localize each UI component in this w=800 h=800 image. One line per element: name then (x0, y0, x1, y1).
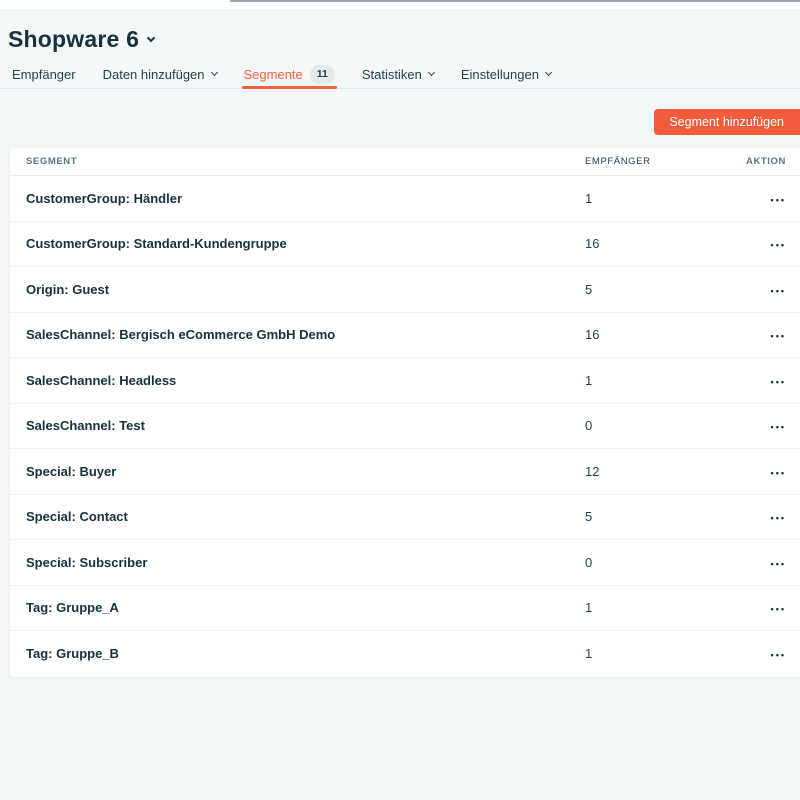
row-action-cell: ••• (745, 282, 800, 297)
recipient-count: 0 (585, 555, 745, 570)
add-segment-button[interactable]: Segment hinzufügen (654, 109, 800, 135)
segment-name: Special: Contact (10, 509, 585, 524)
table-row: Special: Contact 5 ••• (10, 495, 800, 541)
segment-name: Special: Subscriber (10, 555, 585, 570)
segment-name: SalesChannel: Headless (10, 373, 585, 388)
main-tabs: Empfänger Daten hinzufügen Segmente 11 S… (0, 61, 800, 89)
row-action-cell: ••• (745, 327, 800, 342)
recipient-count: 1 (585, 600, 745, 615)
row-action-cell: ••• (745, 236, 800, 251)
segment-name: SalesChannel: Test (10, 418, 585, 433)
recipient-count: 16 (585, 236, 745, 251)
column-header-aktion: AKTION (745, 156, 800, 167)
row-action-cell: ••• (745, 600, 800, 615)
table-row: SalesChannel: Headless 1 ••• (10, 358, 800, 404)
segment-name: Tag: Gruppe_B (10, 646, 585, 661)
recipient-count: 12 (585, 464, 745, 479)
chevron-down-icon (545, 69, 552, 76)
segment-name: CustomerGroup: Händler (10, 191, 585, 206)
row-actions-menu-icon[interactable]: ••• (771, 287, 786, 296)
tab-einstellungen[interactable]: Einstellungen (461, 61, 551, 88)
row-actions-menu-icon[interactable]: ••• (771, 241, 786, 250)
row-action-cell: ••• (745, 509, 800, 524)
row-actions-menu-icon[interactable]: ••• (771, 423, 786, 432)
tab-segmente[interactable]: Segmente 11 (244, 61, 335, 88)
tab-statistiken[interactable]: Statistiken (362, 61, 434, 88)
segment-name: Origin: Guest (10, 282, 585, 297)
table-row: Tag: Gruppe_B 1 ••• (10, 631, 800, 677)
row-actions-menu-icon[interactable]: ••• (771, 196, 786, 205)
recipient-count: 1 (585, 373, 745, 388)
row-action-cell: ••• (745, 555, 800, 570)
segment-name: Special: Buyer (10, 464, 585, 479)
chevron-down-icon (147, 33, 155, 41)
chevron-down-icon (428, 69, 435, 76)
recipient-count: 5 (585, 509, 745, 524)
segments-table-card: SEGMENT EMPFÄNGER AKTION CustomerGroup: … (10, 148, 800, 677)
recipient-count: 1 (585, 646, 745, 661)
recipient-count: 1 (585, 191, 745, 206)
page-title-dropdown[interactable]: Shopware 6 (8, 26, 154, 53)
table-row: CustomerGroup: Händler 1 ••• (10, 176, 800, 222)
tab-label: Daten hinzufügen (103, 67, 205, 82)
segments-table-body: CustomerGroup: Händler 1 ••• CustomerGro… (10, 176, 800, 677)
row-actions-menu-icon[interactable]: ••• (771, 378, 786, 387)
table-row: SalesChannel: Bergisch eCommerce GmbH De… (10, 313, 800, 359)
tab-label: Empfänger (12, 67, 76, 82)
table-header-row: SEGMENT EMPFÄNGER AKTION (10, 148, 800, 176)
tab-label: Statistiken (362, 67, 422, 82)
tab-daten-hinzufuegen[interactable]: Daten hinzufügen (103, 61, 217, 88)
table-row: Special: Buyer 12 ••• (10, 449, 800, 495)
row-action-cell: ••• (745, 464, 800, 479)
row-actions-menu-icon[interactable]: ••• (771, 605, 786, 614)
recipient-count: 16 (585, 327, 745, 342)
segment-name: SalesChannel: Bergisch eCommerce GmbH De… (10, 327, 585, 342)
table-row: Special: Subscriber 0 ••• (10, 540, 800, 586)
table-row: CustomerGroup: Standard-Kundengruppe 16 … (10, 222, 800, 268)
segment-count-badge: 11 (310, 65, 335, 84)
page-title: Shopware 6 (8, 26, 139, 53)
segment-name: Tag: Gruppe_A (10, 600, 585, 615)
row-actions-menu-icon[interactable]: ••• (771, 514, 786, 523)
top-strip (0, 0, 800, 9)
row-action-cell: ••• (745, 646, 800, 661)
recipient-count: 5 (585, 282, 745, 297)
tab-empfaenger[interactable]: Empfänger (12, 61, 76, 88)
row-actions-menu-icon[interactable]: ••• (771, 651, 786, 660)
row-action-cell: ••• (745, 418, 800, 433)
recipient-count: 0 (585, 418, 745, 433)
table-row: Origin: Guest 5 ••• (10, 267, 800, 313)
row-actions-menu-icon[interactable]: ••• (771, 332, 786, 341)
tab-label: Segmente (244, 67, 303, 82)
row-actions-menu-icon[interactable]: ••• (771, 469, 786, 478)
row-action-cell: ••• (745, 373, 800, 388)
segment-name: CustomerGroup: Standard-Kundengruppe (10, 236, 585, 251)
row-action-cell: ••• (745, 191, 800, 206)
column-header-empfaenger: EMPFÄNGER (585, 156, 745, 167)
tab-label: Einstellungen (461, 67, 539, 82)
top-divider (230, 0, 800, 2)
table-row: SalesChannel: Test 0 ••• (10, 404, 800, 450)
row-actions-menu-icon[interactable]: ••• (771, 560, 786, 569)
column-header-segment: SEGMENT (10, 156, 585, 167)
chevron-down-icon (210, 69, 217, 76)
table-row: Tag: Gruppe_A 1 ••• (10, 586, 800, 632)
